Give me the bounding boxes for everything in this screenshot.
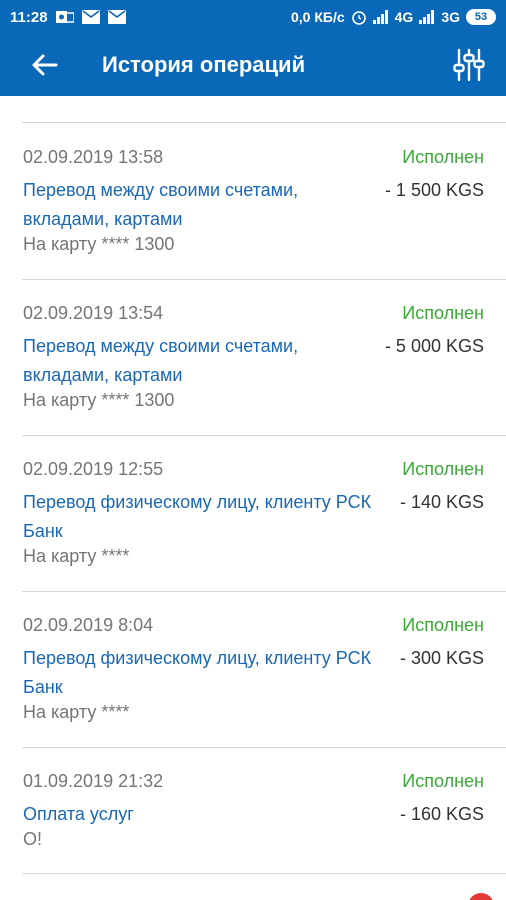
operation-item[interactable]: 02.09.2019 13:54 Исполнен Перевод между … xyxy=(0,279,506,435)
status-right: 0,0 КБ/с 4G 3G 53 xyxy=(291,9,496,25)
operation-amount: - 160 KGS xyxy=(399,804,484,824)
operation-detail: На карту **** xyxy=(23,546,130,566)
battery-level: 53 xyxy=(474,11,488,23)
operation-date: 02.09.2019 13:58 xyxy=(23,147,164,167)
operation-name: Перевод между своими счетами, вкладами, … xyxy=(23,336,299,385)
operation-amount: - 140 KGS xyxy=(399,492,484,512)
operation-name: Перевод физическому лицу, клиенту РСК Ба… xyxy=(23,648,372,697)
signal-icon-2 xyxy=(419,10,435,24)
operation-name: Перевод физическому лицу, клиенту РСК Ба… xyxy=(23,492,372,541)
operation-detail: На карту **** xyxy=(23,702,130,722)
operation-item[interactable]: 01.09.2019 21:32 Исполнен Оплата услуг -… xyxy=(0,747,506,900)
mail-icon xyxy=(81,10,100,24)
operation-status: Исполнен xyxy=(402,303,484,323)
operation-item[interactable]: 02.09.2019 13:58 Исполнен Перевод между … xyxy=(0,123,506,279)
operation-name: Перевод между своими счетами, вкладами, … xyxy=(23,180,299,229)
network-type-1: 4G xyxy=(394,9,414,25)
operation-item[interactable]: 02.09.2019 8:04 Исполнен Перевод физичес… xyxy=(0,591,506,747)
outlook-notification-icon xyxy=(55,9,74,25)
battery-icon: 53 xyxy=(466,9,496,25)
list-divider xyxy=(22,873,506,874)
operation-amount: - 5 000 KGS xyxy=(384,336,484,356)
status-left: 11:28 xyxy=(10,9,126,26)
operation-date: 02.09.2019 13:54 xyxy=(23,303,164,323)
arrow-left-icon xyxy=(32,54,58,76)
page-title: История операций xyxy=(102,52,306,77)
operation-status: Исполнен xyxy=(402,615,484,635)
alarm-icon xyxy=(351,9,367,25)
network-type-2: 3G xyxy=(441,9,460,25)
status-bar: 11:28 0,0 КБ/с 4G 3G 53 xyxy=(0,0,506,34)
operation-amount: - 300 KGS xyxy=(399,648,484,668)
operation-name: Оплата услуг xyxy=(23,804,134,824)
status-time: 11:28 xyxy=(10,8,48,26)
mail-icon-2 xyxy=(107,10,126,24)
operation-detail: На карту **** 1300 xyxy=(23,234,175,254)
operation-item[interactable]: 02.09.2019 12:55 Исполнен Перевод физиче… xyxy=(0,435,506,591)
network-speed: 0,0 КБ/с xyxy=(290,9,345,25)
operation-detail: О! xyxy=(23,829,43,849)
filter-sliders-icon xyxy=(453,48,485,82)
operations-list: 02.09.2019 13:58 Исполнен Перевод между … xyxy=(0,96,506,900)
operation-date: 02.09.2019 8:04 xyxy=(23,615,154,635)
operation-detail: На карту **** 1300 xyxy=(23,390,175,410)
app-bar: История операций xyxy=(0,34,506,96)
operation-amount: - 1 500 KGS xyxy=(384,180,484,200)
filter-button[interactable] xyxy=(438,34,500,96)
operation-date: 01.09.2019 21:32 xyxy=(23,771,164,791)
operation-status: Исполнен xyxy=(402,771,484,791)
back-button[interactable] xyxy=(14,34,74,96)
operation-status: Исполнен xyxy=(402,147,484,167)
operation-date: 02.09.2019 12:55 xyxy=(23,459,164,479)
operation-status: Исполнен xyxy=(402,459,484,479)
signal-icon xyxy=(372,10,389,24)
